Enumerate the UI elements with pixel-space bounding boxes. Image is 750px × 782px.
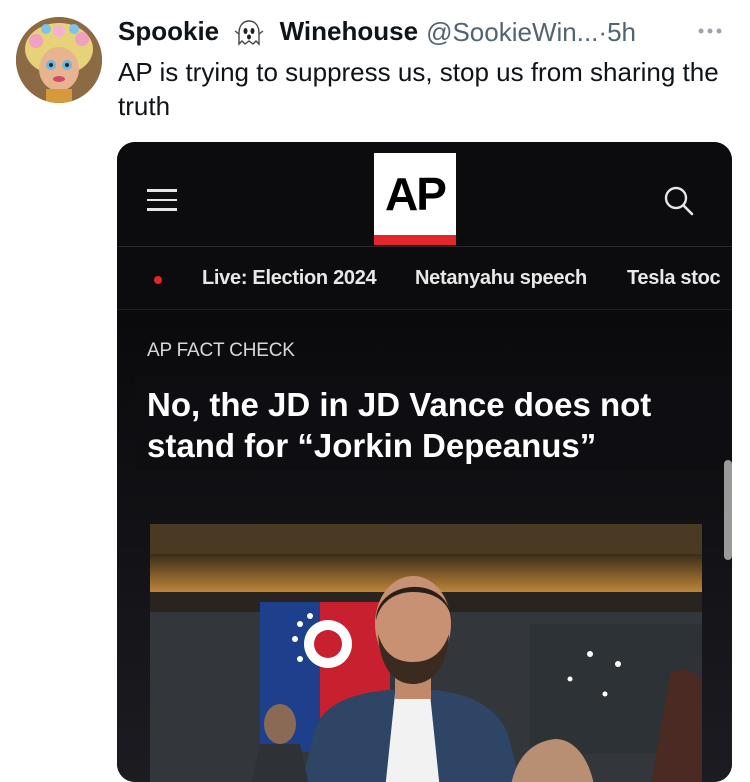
ap-logo-red-bar (374, 235, 456, 245)
more-icon[interactable] (692, 16, 728, 46)
embedded-screenshot[interactable]: AP Live: Election 2024 Netanyahu speech … (117, 142, 732, 782)
article-kicker[interactable]: AP FACT CHECK (147, 340, 295, 362)
avatar[interactable] (16, 17, 102, 103)
topic-netanyahu-speech[interactable]: Netanyahu speech (415, 267, 587, 290)
display-name-second: Winehouse (279, 15, 419, 46)
search-icon[interactable] (662, 184, 696, 218)
article-area: AP FACT CHECK No, the JD in JD Vance doe… (117, 310, 732, 782)
ghost-icon (234, 20, 264, 46)
menu-icon[interactable] (147, 189, 177, 213)
scrollbar[interactable] (724, 460, 732, 560)
display-name-first: Spookie (118, 15, 220, 46)
article-photo[interactable] (150, 524, 702, 782)
topic-live-election[interactable]: Live: Election 2024 (202, 267, 377, 290)
avatar-image (16, 17, 102, 103)
display-name[interactable]: Spookie Winehouse (118, 16, 418, 48)
time-separator: · (598, 16, 608, 47)
live-dot-icon (154, 276, 162, 284)
ap-logo[interactable]: AP (374, 153, 456, 245)
topics-bar: Live: Election 2024 Netanyahu speech Tes… (117, 247, 732, 310)
tweet-header: Spookie Winehouse @SookieWin... · 5h (118, 12, 738, 52)
article-headline[interactable]: No, the JD in JD Vance does not stand fo… (147, 384, 722, 466)
tweet-text: AP is trying to suppress us, stop us fro… (118, 57, 719, 121)
ap-logo-text: AP (385, 168, 447, 220)
topic-tesla[interactable]: Tesla stoc (627, 267, 721, 290)
tweet-time[interactable]: 5h (607, 17, 636, 48)
ap-navbar: AP (117, 142, 732, 247)
user-handle[interactable]: @SookieWin... (426, 17, 598, 48)
